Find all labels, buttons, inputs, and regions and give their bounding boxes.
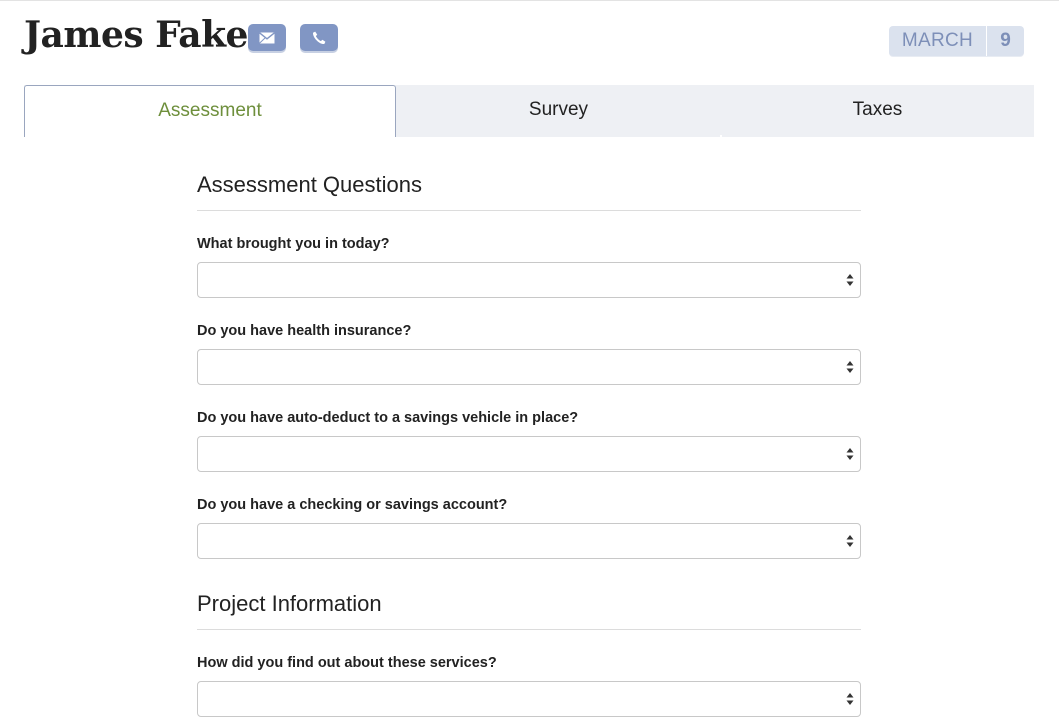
date-day: 9 xyxy=(986,26,1024,56)
question-label: Do you have a checking or savings accoun… xyxy=(197,497,508,513)
select-arrows-icon xyxy=(846,448,854,460)
tab-assessment[interactable]: Assessment xyxy=(24,85,396,137)
auto-deduct-select[interactable] xyxy=(197,436,861,472)
date-month: MARCH xyxy=(901,30,974,51)
client-header: James Fake MARCH 9 xyxy=(24,12,1034,62)
select-arrows-icon xyxy=(846,693,854,705)
question-label: How did you find out about these service… xyxy=(197,655,497,671)
email-button[interactable] xyxy=(248,24,286,51)
bank-account-select[interactable] xyxy=(197,523,861,559)
section-title-project: Project Information xyxy=(197,589,861,630)
client-name: James Fake xyxy=(24,14,248,56)
tab-separator xyxy=(720,135,722,137)
health-insurance-select[interactable] xyxy=(197,349,861,385)
phone-icon xyxy=(312,31,326,44)
top-divider xyxy=(0,0,1059,1)
date-badge: MARCH 9 xyxy=(889,26,1024,56)
section-title-assessment: Assessment Questions xyxy=(197,170,861,211)
brought-in-select[interactable] xyxy=(197,262,861,298)
form-content: Assessment Questions What brought you in… xyxy=(197,170,861,717)
question-label: What brought you in today? xyxy=(197,236,390,252)
question-label: Do you have auto-deduct to a savings veh… xyxy=(197,410,579,426)
tab-taxes[interactable]: Taxes xyxy=(721,85,1034,137)
select-arrows-icon xyxy=(846,274,854,286)
select-arrows-icon xyxy=(846,361,854,373)
tab-bar: Assessment Survey Taxes xyxy=(24,85,1034,137)
call-button[interactable] xyxy=(300,24,338,51)
referral-source-select[interactable] xyxy=(197,681,861,717)
select-arrows-icon xyxy=(846,535,854,547)
mail-icon xyxy=(259,31,275,44)
tab-survey[interactable]: Survey xyxy=(396,85,721,137)
question-label: Do you have health insurance? xyxy=(197,323,412,339)
